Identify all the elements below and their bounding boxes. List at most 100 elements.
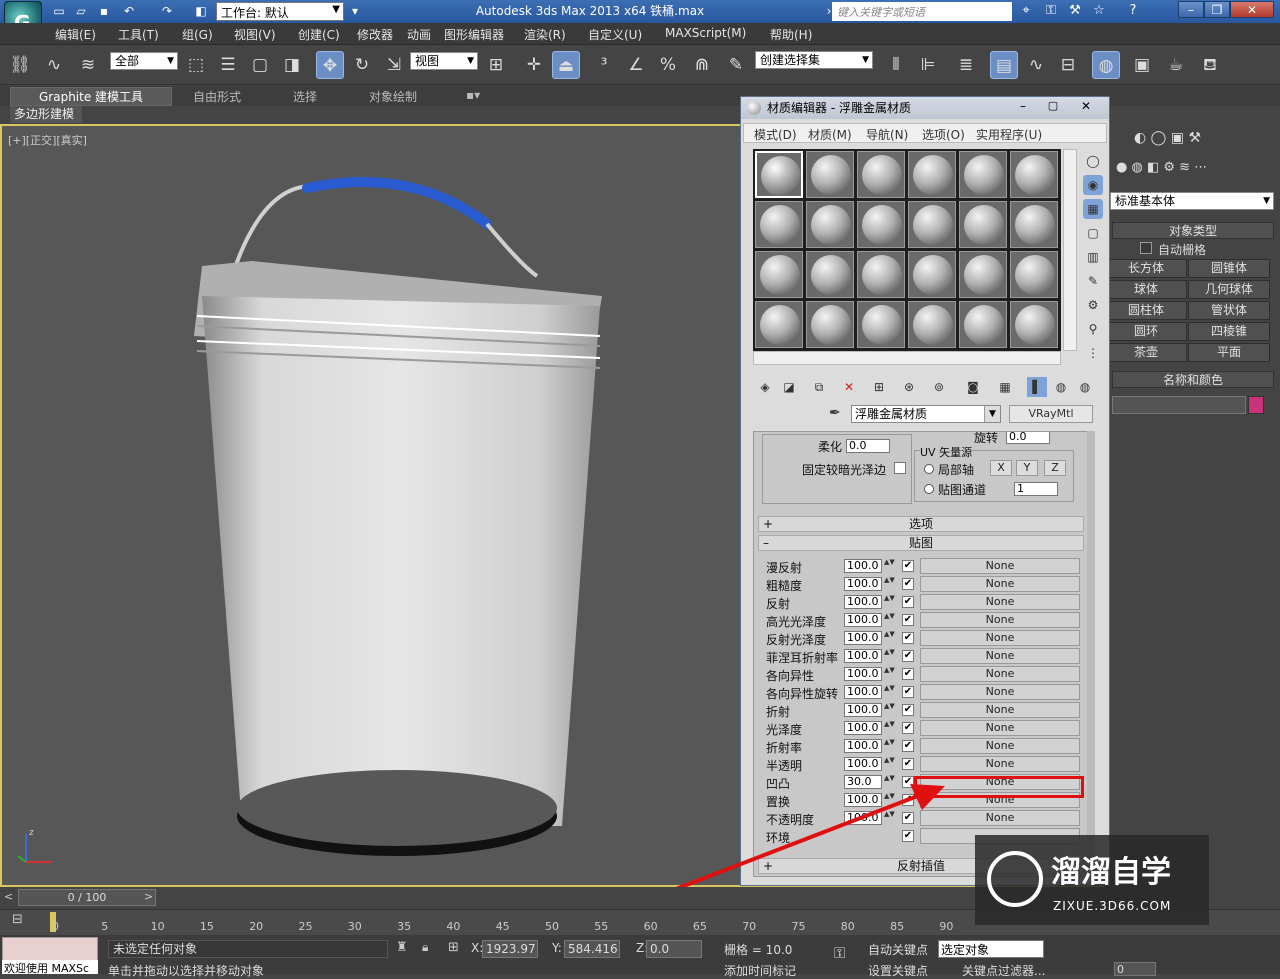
selection-lock-icon[interactable]: 🔒︎ [422,940,428,955]
show-map-icon[interactable]: ◙ [963,377,983,397]
material-sample-slot[interactable] [857,151,905,198]
select-manipulate-icon[interactable]: ✛ [520,51,548,79]
transform-mode-icon[interactable]: ⊞ [448,940,459,955]
graphite-toggle-icon[interactable]: ▤ [990,51,1018,79]
binoculars-icon[interactable]: ⌖ [1017,3,1035,20]
sample-uv-tiling-icon[interactable]: ▢ [1083,223,1103,243]
map-amount-spinner[interactable]: 100.0 [844,559,882,573]
material-sample-slot[interactable] [959,301,1007,348]
make-unique-icon[interactable]: ⊞ [869,377,889,397]
bind-spacewarp-icon[interactable]: ≋ [74,51,102,79]
curve-editor-icon[interactable]: ∿ [1022,51,1050,79]
menu-group[interactable]: 组(G) [182,26,213,43]
percent-snap-icon[interactable]: % [654,51,682,79]
parameters-scrollbar[interactable] [1087,431,1095,877]
redo-icon[interactable]: ↷ [158,3,176,20]
menu-help[interactable]: 帮助(H) [770,26,812,43]
material-sample-slot[interactable] [806,301,854,348]
map-amount-spinner[interactable]: 100.0 [844,757,882,771]
menu-customize[interactable]: 自定义(U) [588,26,642,43]
time-slider[interactable]: 0 / 100 [18,889,156,906]
map-enable-checkbox[interactable]: ✔ [902,578,914,590]
category-dropdown[interactable]: 标准基本体 ▼ [1110,192,1274,210]
auto-key-button[interactable]: 自动关键点 [868,941,928,958]
save-icon[interactable]: ▪ [95,3,113,20]
spinner-arrows-icon[interactable]: ▲▼ [884,685,895,699]
menu-maxscript[interactable]: MAXScript(M) [665,26,746,40]
polygon-modeling-tab[interactable]: 多边形建模 [10,106,82,123]
spinner-arrows-icon[interactable]: ▲▼ [884,703,895,717]
map-slot-button[interactable]: None [920,738,1080,754]
map-enable-checkbox[interactable]: ✔ [902,632,914,644]
plane-button[interactable]: 平面 [1188,343,1270,362]
isolate-selection-icon[interactable]: ♜ [396,940,408,955]
cylinder-button[interactable]: 圆柱体 [1105,301,1187,320]
menu-tools[interactable]: 工具(T) [118,26,159,43]
communication-center-icon[interactable]: ⚒ [1066,3,1084,20]
material-sample-slot[interactable] [1010,201,1058,248]
make-preview-icon[interactable]: ✎ [1083,271,1103,291]
select-scale-icon[interactable]: ⇲ [380,51,408,79]
map-slot-button[interactable]: None [920,702,1080,718]
geosphere-button[interactable]: 几何球体 [1188,280,1270,299]
object-type-header[interactable]: 对象类型 [1112,222,1274,239]
menu-create[interactable]: 创建(C) [298,26,340,43]
layer-manager-icon[interactable]: ≣ [952,51,980,79]
material-sample-slot[interactable] [959,201,1007,248]
bucket-model[interactable] [182,176,622,856]
sphere-button[interactable]: 球体 [1105,280,1187,299]
map-enable-checkbox[interactable]: ✔ [902,758,914,770]
render-production-icon[interactable]: ⛾ [1196,51,1224,79]
y-coord-field[interactable]: 584.416 [564,940,620,958]
material-sample-slot[interactable] [755,301,803,348]
set-key-button[interactable]: 设置关键点 [868,962,928,979]
options-rollout[interactable]: + 选项 [758,516,1084,532]
spinner-arrows-icon[interactable]: ▲▼ [884,649,895,663]
spinner-arrows-icon[interactable]: ▲▼ [884,577,895,591]
favorites-star-icon[interactable]: ☆ [1090,3,1108,20]
object-color-swatch[interactable] [1248,396,1264,414]
material-sample-slot[interactable] [806,251,854,298]
maxscript-mini-listener[interactable]: 欢迎使用 MAXSc [2,960,98,974]
name-color-header[interactable]: 名称和颜色 [1112,371,1274,388]
workspace-dropdown[interactable]: 工作台: 默认 ▼ [216,2,344,21]
spinner-arrows-icon[interactable]: ▲▼ [884,721,895,735]
unlink-icon[interactable]: ∿ [40,51,68,79]
material-sample-slot[interactable] [755,251,803,298]
torus-button[interactable]: 圆环 [1105,322,1187,341]
material-sample-slot[interactable] [806,201,854,248]
map-channel-spinner[interactable]: 1 [1014,482,1058,496]
map-enable-checkbox[interactable]: ✔ [902,614,914,626]
open-file-icon[interactable]: ▱ [72,3,90,20]
select-by-material-icon[interactable]: ⚲ [1083,319,1103,339]
maps-rollout[interactable]: – 贴图 [758,535,1084,551]
z-coord-field[interactable]: 0.0 [646,940,702,958]
command-panel-tabs[interactable]: ◐ ◯ ▣ ⚒ [1134,130,1280,152]
spinner-arrows-icon[interactable]: ▲▼ [884,667,895,681]
map-enable-checkbox[interactable]: ✔ [902,686,914,698]
map-amount-spinner[interactable]: 100.0 [844,739,882,753]
spinner-arrows-icon[interactable]: ▲▼ [884,739,895,753]
map-enable-checkbox[interactable]: ✔ [902,668,914,680]
select-move-icon[interactable]: ✥ [316,51,344,79]
mat-maximize-button[interactable]: ▢ [1039,99,1067,115]
mat-options-icon[interactable]: ⚙ [1083,295,1103,315]
spinner-arrows-icon[interactable]: ▲▼ [884,757,895,771]
material-type-button[interactable]: VRayMtl [1009,405,1093,423]
material-sample-slot[interactable] [857,301,905,348]
cone-button[interactable]: 圆锥体 [1188,259,1270,278]
map-enable-checkbox[interactable]: ✔ [902,650,914,662]
map-channel-radio[interactable] [924,484,934,494]
material-sample-slot[interactable] [857,251,905,298]
eyedropper-icon[interactable]: ✒ [829,405,841,421]
mirror-icon[interactable]: ⫴ [882,51,910,79]
rect-selection-icon[interactable]: ▢ [246,51,274,79]
spinner-arrows-icon[interactable]: ▲▼ [884,613,895,627]
map-enable-checkbox[interactable]: ✔ [902,740,914,752]
mat-close-button[interactable]: ✕ [1069,99,1103,115]
material-map-navigator-icon[interactable]: ⋮ [1083,343,1103,363]
mat-menu-options[interactable]: 选项(O) [922,126,965,143]
menu-graph-editors[interactable]: 图形编辑器 [444,26,504,43]
mini-curve-editor-icon[interactable]: ⊟ [12,912,32,930]
schematic-view-icon[interactable]: ⊟ [1054,51,1082,79]
